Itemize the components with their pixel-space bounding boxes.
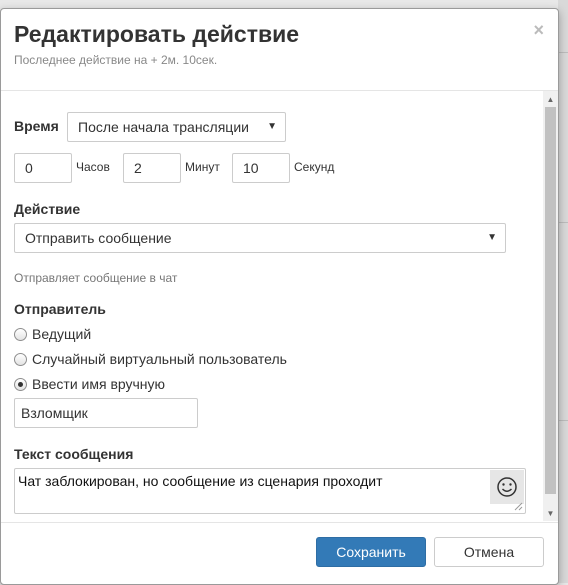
- smiley-icon: [497, 477, 517, 497]
- action-label: Действие: [14, 201, 81, 217]
- chevron-down-icon: ▼: [487, 232, 497, 243]
- background-divider: [558, 52, 568, 53]
- action-select[interactable]: Отправить сообщение ▼: [14, 223, 506, 253]
- close-icon[interactable]: ×: [533, 20, 544, 41]
- hours-input[interactable]: 0: [14, 153, 72, 183]
- action-hint: Отправляет сообщение в чат: [14, 271, 178, 285]
- radio-icon[interactable]: [14, 328, 27, 341]
- dialog-subtitle: Последнее действие на + 2м. 10сек.: [14, 53, 218, 67]
- scroll-up-icon[interactable]: ▲: [543, 93, 558, 107]
- action-value: Отправить сообщение: [25, 230, 172, 246]
- edit-action-dialog: Редактировать действие Последнее действи…: [0, 8, 559, 585]
- chevron-down-icon: ▼: [267, 121, 277, 132]
- background-divider: [558, 222, 568, 223]
- sender-option-label: Ввести имя вручную: [32, 376, 166, 392]
- message-textarea[interactable]: Чат заблокирован, но сообщение из сценар…: [14, 468, 526, 514]
- dialog-body: Время После начала трансляции ▼ 0 Часов …: [1, 91, 543, 521]
- cancel-button[interactable]: Отмена: [434, 537, 544, 567]
- scrollbar-thumb[interactable]: [545, 107, 556, 494]
- message-text: Чат заблокирован, но сообщение из сценар…: [18, 473, 383, 489]
- dialog-footer: Сохранить Отмена: [1, 522, 558, 585]
- sender-option-manual-name[interactable]: Ввести имя вручную: [14, 376, 165, 392]
- radio-checked-icon[interactable]: [14, 378, 27, 391]
- sender-option-label: Случайный виртуальный пользователь: [32, 351, 287, 367]
- sender-label: Отправитель: [14, 301, 106, 317]
- sender-option-label: Ведущий: [32, 326, 92, 342]
- emoji-button[interactable]: [490, 470, 524, 504]
- dialog-scrollbar[interactable]: ▲ ▼: [543, 91, 558, 521]
- time-mode-select[interactable]: После начала трансляции ▼: [67, 112, 286, 142]
- time-label: Время: [14, 118, 59, 134]
- sender-option-random-virtual-user[interactable]: Случайный виртуальный пользователь: [14, 351, 287, 367]
- sender-name-input[interactable]: Взломщик: [14, 398, 198, 428]
- minutes-label: Минут: [185, 160, 220, 174]
- background-divider: [558, 420, 568, 421]
- radio-icon[interactable]: [14, 353, 27, 366]
- save-button[interactable]: Сохранить: [316, 537, 426, 567]
- seconds-label: Секунд: [294, 160, 335, 174]
- background-page: [558, 0, 568, 583]
- sender-option-host[interactable]: Ведущий: [14, 326, 91, 342]
- hours-label: Часов: [76, 160, 110, 174]
- minutes-input[interactable]: 2: [123, 153, 181, 183]
- time-mode-value: После начала трансляции: [78, 119, 249, 135]
- dialog-header: Редактировать действие Последнее действи…: [1, 9, 558, 91]
- resize-handle-icon[interactable]: [514, 502, 523, 511]
- message-label: Текст сообщения: [14, 446, 134, 462]
- scroll-down-icon[interactable]: ▼: [543, 507, 558, 521]
- dialog-title: Редактировать действие: [14, 21, 300, 47]
- seconds-input[interactable]: 10: [232, 153, 290, 183]
